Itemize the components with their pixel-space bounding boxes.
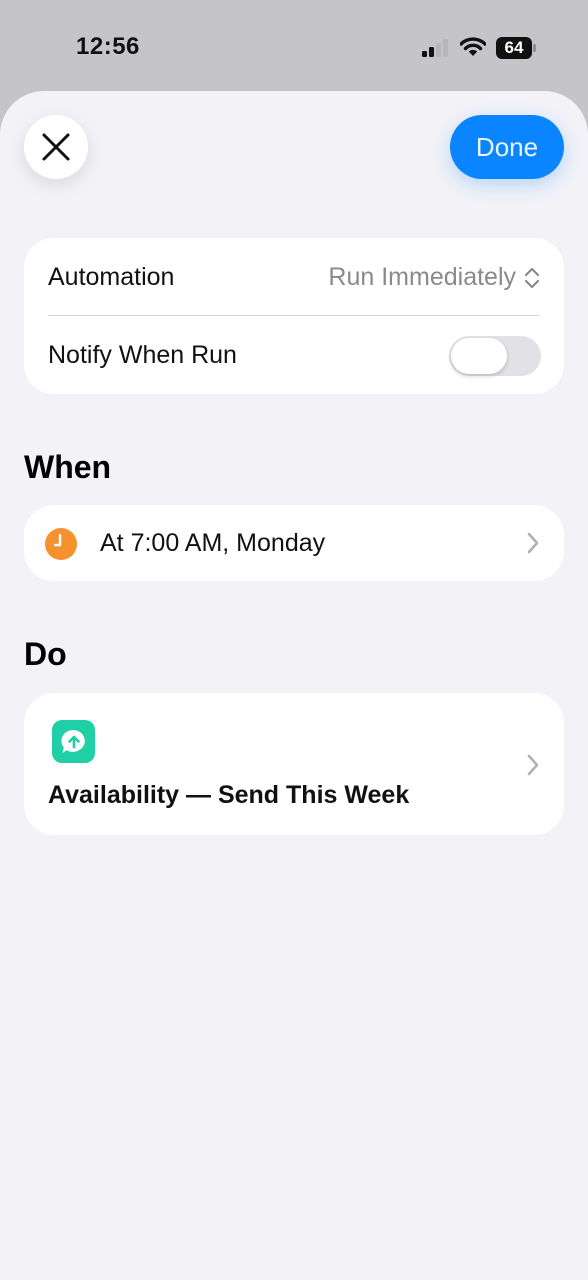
settings-card: Automation Run Immediately Notify When R… (24, 238, 564, 394)
toggle-knob (451, 338, 507, 374)
notify-label: Notify When Run (48, 340, 237, 369)
do-section-title: Do (24, 636, 67, 672)
when-trigger-row[interactable]: At 7:00 AM, Monday (24, 505, 564, 581)
trigger-text: At 7:00 AM, Monday (100, 528, 326, 557)
battery-icon: 64 (496, 37, 536, 59)
automation-sheet: Done Automation Run Immediately Notify W… (0, 91, 588, 1280)
message-upload-icon (52, 720, 95, 763)
battery-level: 64 (496, 37, 532, 59)
status-time: 12:56 (76, 33, 140, 60)
done-button[interactable]: Done (450, 115, 564, 179)
wifi-icon (459, 36, 487, 63)
notify-toggle[interactable] (449, 336, 541, 376)
do-action-row[interactable]: Availability — Send This Week (24, 693, 564, 835)
action-text: Availability — Send This Week (48, 781, 410, 809)
close-button[interactable] (24, 115, 88, 179)
when-section-title: When (24, 449, 112, 485)
clock-icon (45, 528, 77, 560)
chevron-up-down-icon (524, 267, 540, 289)
automation-value[interactable]: Run Immediately (328, 263, 516, 292)
cellular-signal-icon (422, 38, 450, 63)
chevron-right-icon (527, 754, 539, 776)
automation-label: Automation (48, 262, 175, 291)
status-bar: 12:56 64 (0, 0, 588, 92)
chevron-right-icon (527, 532, 539, 554)
automation-row[interactable]: Automation Run Immediately (24, 238, 564, 316)
close-icon (42, 133, 70, 161)
notify-row: Notify When Run (24, 316, 564, 394)
battery-cap (533, 44, 536, 52)
